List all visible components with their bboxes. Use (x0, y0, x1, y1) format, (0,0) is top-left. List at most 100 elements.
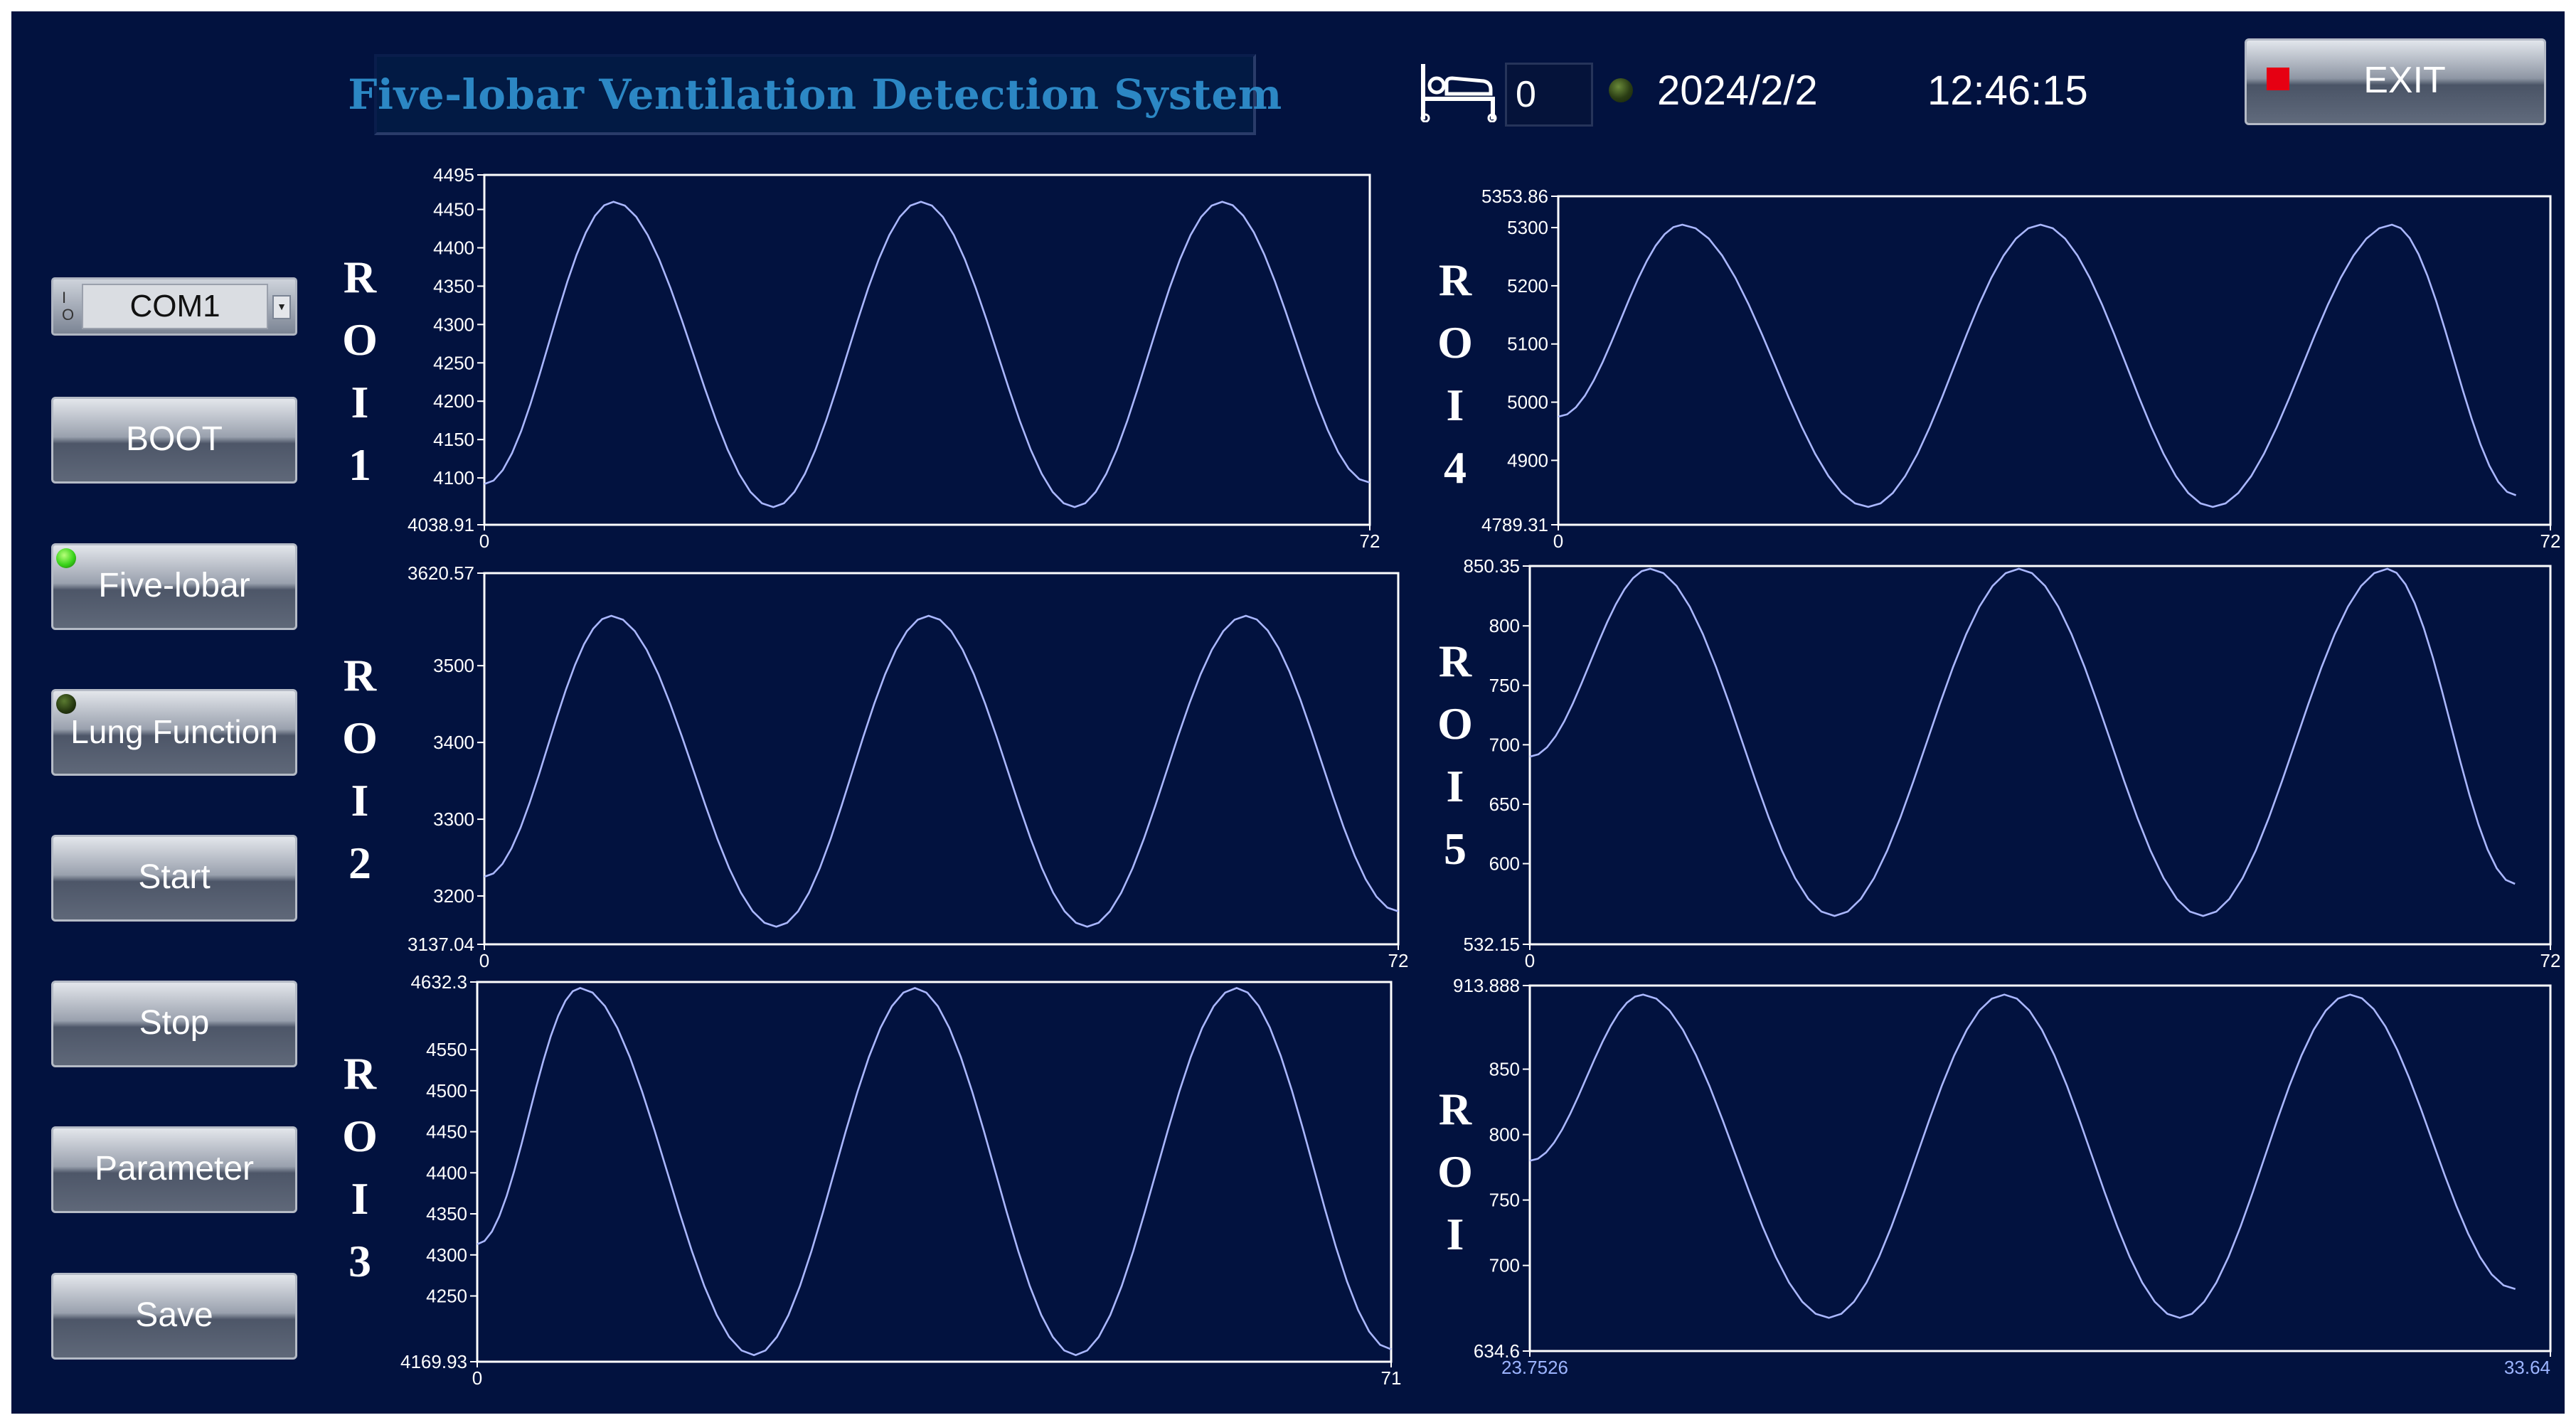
x-tick-label: 0 (472, 1367, 482, 1389)
x-tick-label: 72 (2540, 530, 2561, 552)
y-tick-label: 4500 (426, 1080, 467, 1101)
roi-3-chart: 4632.3 4169.93 4250 4300 4350 4400 4450 4500 455… (400, 971, 1401, 1389)
chart-svg: 4495 4038.91 4100 4150 4200 4250 4300 4350 4400 4… (408, 164, 1380, 552)
y-min-label: 3137.04 (408, 934, 474, 955)
date-display: 2024/2/2 (1657, 68, 1818, 114)
exit-button[interactable]: EXIT (2245, 38, 2546, 125)
y-tick-label: 4150 (433, 429, 474, 450)
y-tick-label: 5300 (1507, 217, 1548, 238)
roi-4-label: ROI4 (1437, 255, 1473, 493)
y-max-label: 850.35 (1463, 555, 1520, 577)
y-tick-label: 4450 (426, 1121, 467, 1143)
roi-5-chart: 850.35 532.15 600 650 700 750 800 0 72 (1463, 555, 2560, 971)
roi-1-chart: 4495 4038.91 4100 4150 4200 4250 4300 4350 4400 4… (408, 164, 1380, 552)
y-tick-label: 800 (1489, 1124, 1520, 1146)
x-tick-label: 0 (1553, 530, 1563, 552)
app-window: Five-lobar Ventilation Detection System … (11, 11, 2565, 1414)
roi-1-label: ROI1 (342, 252, 378, 490)
x-tick-label: 33.64 (2504, 1357, 2550, 1378)
y-max-label: 4632.3 (410, 971, 467, 993)
x-tick-label: 0 (479, 950, 489, 971)
save-button[interactable]: Save (51, 1273, 297, 1360)
y-tick-label: 600 (1489, 853, 1520, 875)
chart-svg: 5353.86 4789.31 4900 5000 5100 5200 5300 0 72 (1481, 186, 2560, 552)
start-button[interactable]: Start (51, 835, 297, 922)
led-indicator (56, 548, 76, 568)
y-tick-label: 650 (1489, 794, 1520, 815)
parameter-button[interactable]: Parameter (51, 1126, 297, 1213)
start-label: Start (138, 858, 211, 896)
five-lobar-label: Five-lobar (98, 567, 250, 604)
y-tick-label: 3200 (433, 885, 474, 907)
title-panel: Five-lobar Ventilation Detection System (348, 54, 1282, 135)
bed-count-field[interactable]: 0 (1505, 63, 1593, 127)
y-tick-label: 5200 (1507, 275, 1548, 297)
y-min-label: 532.15 (1463, 934, 1520, 955)
com-port-value: COM1 (82, 284, 268, 329)
parameter-label: Parameter (94, 1150, 255, 1188)
plot-area (1528, 984, 2552, 1352)
roi-2-chart: 3620.57 3137.04 3200 3300 3400 3500 0 72 (408, 562, 1408, 971)
y-tick-label: 4300 (433, 314, 474, 335)
x-tick-label: 72 (2540, 950, 2561, 971)
stop-label: Stop (139, 1004, 210, 1042)
y-tick-label: 700 (1489, 1255, 1520, 1276)
page-title: Five-lobar Ventilation Detection System (348, 70, 1282, 119)
plot-area (483, 174, 1371, 526)
roi-6-label: ROI (1437, 1084, 1473, 1259)
y-max-label: 5353.86 (1481, 186, 1548, 207)
y-tick-label: 5000 (1507, 392, 1548, 413)
boot-label: BOOT (125, 420, 223, 458)
plot-area (1528, 565, 2552, 946)
boot-button[interactable]: BOOT (51, 397, 297, 484)
five-lobar-button[interactable]: Five-lobar (51, 543, 297, 630)
x-tick-label: 71 (1381, 1367, 1402, 1389)
y-tick-label: 3500 (433, 655, 474, 676)
lung-function-button[interactable]: Lung Function (51, 689, 297, 776)
y-tick-label: 4200 (433, 390, 474, 412)
y-tick-label: 4250 (433, 352, 474, 373)
chart-svg: 913.888634.670075080085023.7526 33.64 (1453, 975, 2552, 1378)
chevron-down-icon[interactable]: ▼ (272, 295, 291, 319)
y-tick-label: 4400 (433, 237, 474, 258)
roi-4-chart: 5353.86 4789.31 4900 5000 5100 5200 5300 0 72 (1481, 186, 2560, 552)
plot-area (1557, 195, 2552, 526)
y-tick-label: 4250 (426, 1286, 467, 1307)
time-display: 12:46:15 (1927, 68, 2088, 114)
x-tick-label: 23.7526 (1501, 1357, 1568, 1378)
y-tick-label: 4450 (433, 199, 474, 220)
save-label: Save (135, 1296, 213, 1334)
y-tick-label: 4900 (1507, 449, 1548, 471)
y-tick-label: 750 (1489, 675, 1520, 696)
stop-button[interactable]: Stop (51, 981, 297, 1067)
y-tick-label: 4350 (426, 1203, 467, 1224)
chart-svg: 4632.3 4169.93 4250 4300 4350 4400 4450 4500 455… (400, 971, 1401, 1389)
roi-6-chart: 913.888 634.6 700 750 800 850 23.7526 33.64 (1453, 975, 2552, 1378)
y-max-label: 913.888 (1453, 975, 1520, 996)
roi-3-label: ROI3 (342, 1048, 378, 1286)
y-max-label: 4495 (433, 164, 474, 186)
bed-icon (1420, 64, 1497, 122)
plot-area (483, 572, 1400, 946)
com-port-selector[interactable]: IO COM1 ▼ (51, 277, 297, 336)
y-tick-label: 4300 (426, 1244, 467, 1266)
y-tick-label: 4350 (433, 275, 474, 297)
led-indicator (1609, 78, 1633, 102)
io-icon: IO (62, 289, 75, 324)
y-max-label: 3620.57 (408, 562, 474, 584)
roi-2-label: ROI2 (342, 650, 378, 888)
x-tick-label: 72 (1388, 950, 1409, 971)
led-indicator (56, 694, 76, 714)
x-tick-label: 0 (1525, 950, 1535, 971)
y-min-label: 4038.91 (408, 514, 474, 535)
plot-area (476, 981, 1393, 1363)
y-tick-label: 4100 (433, 467, 474, 489)
y-tick-label: 5100 (1507, 333, 1548, 355)
x-tick-label: 72 (1360, 530, 1380, 552)
chart-svg: 850.35 532.15 600 650 700 750 800 0 72 (1463, 555, 2560, 971)
y-tick-label: 4400 (426, 1162, 467, 1183)
y-tick-label: 750 (1489, 1190, 1520, 1211)
lung-function-label: Lung Function (70, 713, 278, 750)
y-min-label: 4169.93 (400, 1351, 467, 1372)
y-min-label: 4789.31 (1481, 514, 1548, 535)
